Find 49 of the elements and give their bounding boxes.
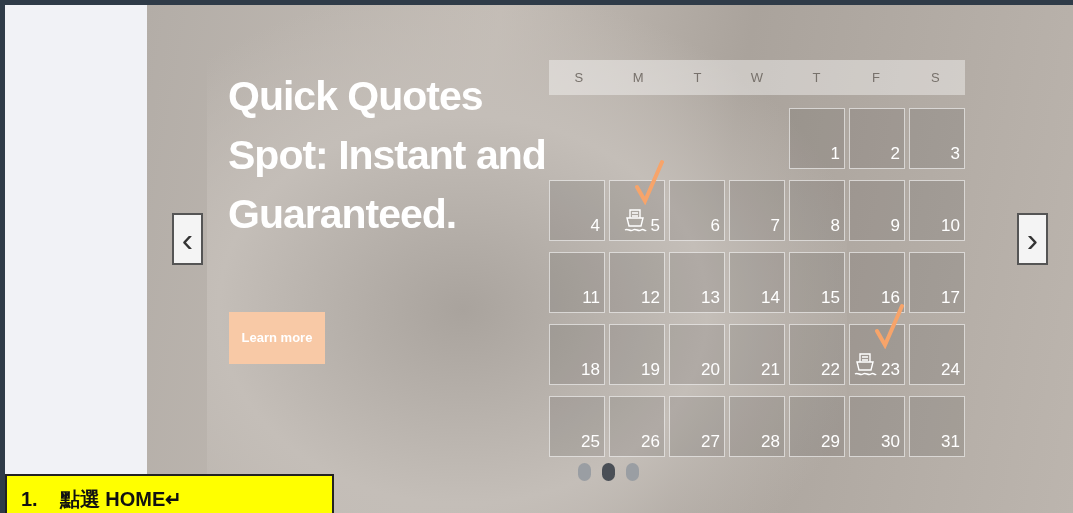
note-text: 點選 HOME↵ [59, 487, 183, 512]
day-number: 25 [581, 433, 600, 450]
day-number: 1 [830, 145, 840, 162]
day-number: 4 [590, 217, 600, 234]
day-number: 3 [950, 145, 960, 162]
day-number: 29 [821, 433, 840, 450]
hero-heading-line: Quick Quotes [228, 72, 484, 121]
previous-button[interactable]: ‹ [172, 213, 203, 265]
day-number: 2 [890, 145, 900, 162]
day-number: 13 [701, 289, 720, 306]
hero-heading-line: Guaranteed. [228, 190, 458, 239]
day-number: 31 [941, 433, 960, 450]
day-number: 10 [941, 217, 960, 234]
day-number: 16 [881, 289, 900, 306]
check-icon [634, 159, 664, 205]
day-number: 19 [641, 361, 660, 378]
day-number: 17 [941, 289, 960, 306]
day-number: 18 [581, 361, 600, 378]
day-number: 8 [830, 217, 840, 234]
day-number: 15 [821, 289, 840, 306]
ship-icon [622, 206, 647, 234]
ship-icon [853, 350, 878, 378]
day-number: 28 [761, 433, 780, 450]
day-number: 27 [701, 433, 720, 450]
day-number: 23 [881, 361, 900, 378]
weekday-label: T [812, 68, 821, 87]
note-number: 1. [21, 487, 38, 512]
day-number: 26 [641, 433, 660, 450]
day-number: 9 [890, 217, 900, 234]
check-icon [874, 303, 904, 349]
day-number: 21 [761, 361, 780, 378]
next-button[interactable]: › [1017, 213, 1048, 265]
day-number: 6 [710, 217, 720, 234]
weekday-label: F [871, 68, 880, 87]
hero-heading-line: Spot: Instant and [228, 131, 546, 180]
day-number: 11 [582, 289, 600, 306]
day-number: 12 [641, 289, 660, 306]
weekday-label: S [574, 68, 584, 87]
weekday-label: S [930, 68, 940, 87]
day-number: 24 [941, 361, 960, 378]
day-number: 22 [821, 361, 840, 378]
weekday-label: W [750, 68, 764, 87]
day-number: 7 [770, 217, 780, 234]
day-number: 5 [650, 217, 660, 234]
day-number: 30 [881, 433, 900, 450]
day-number: 14 [761, 289, 780, 306]
weekday-label: T [693, 68, 702, 87]
day-number: 20 [701, 361, 720, 378]
weekday-label: M [632, 68, 644, 87]
